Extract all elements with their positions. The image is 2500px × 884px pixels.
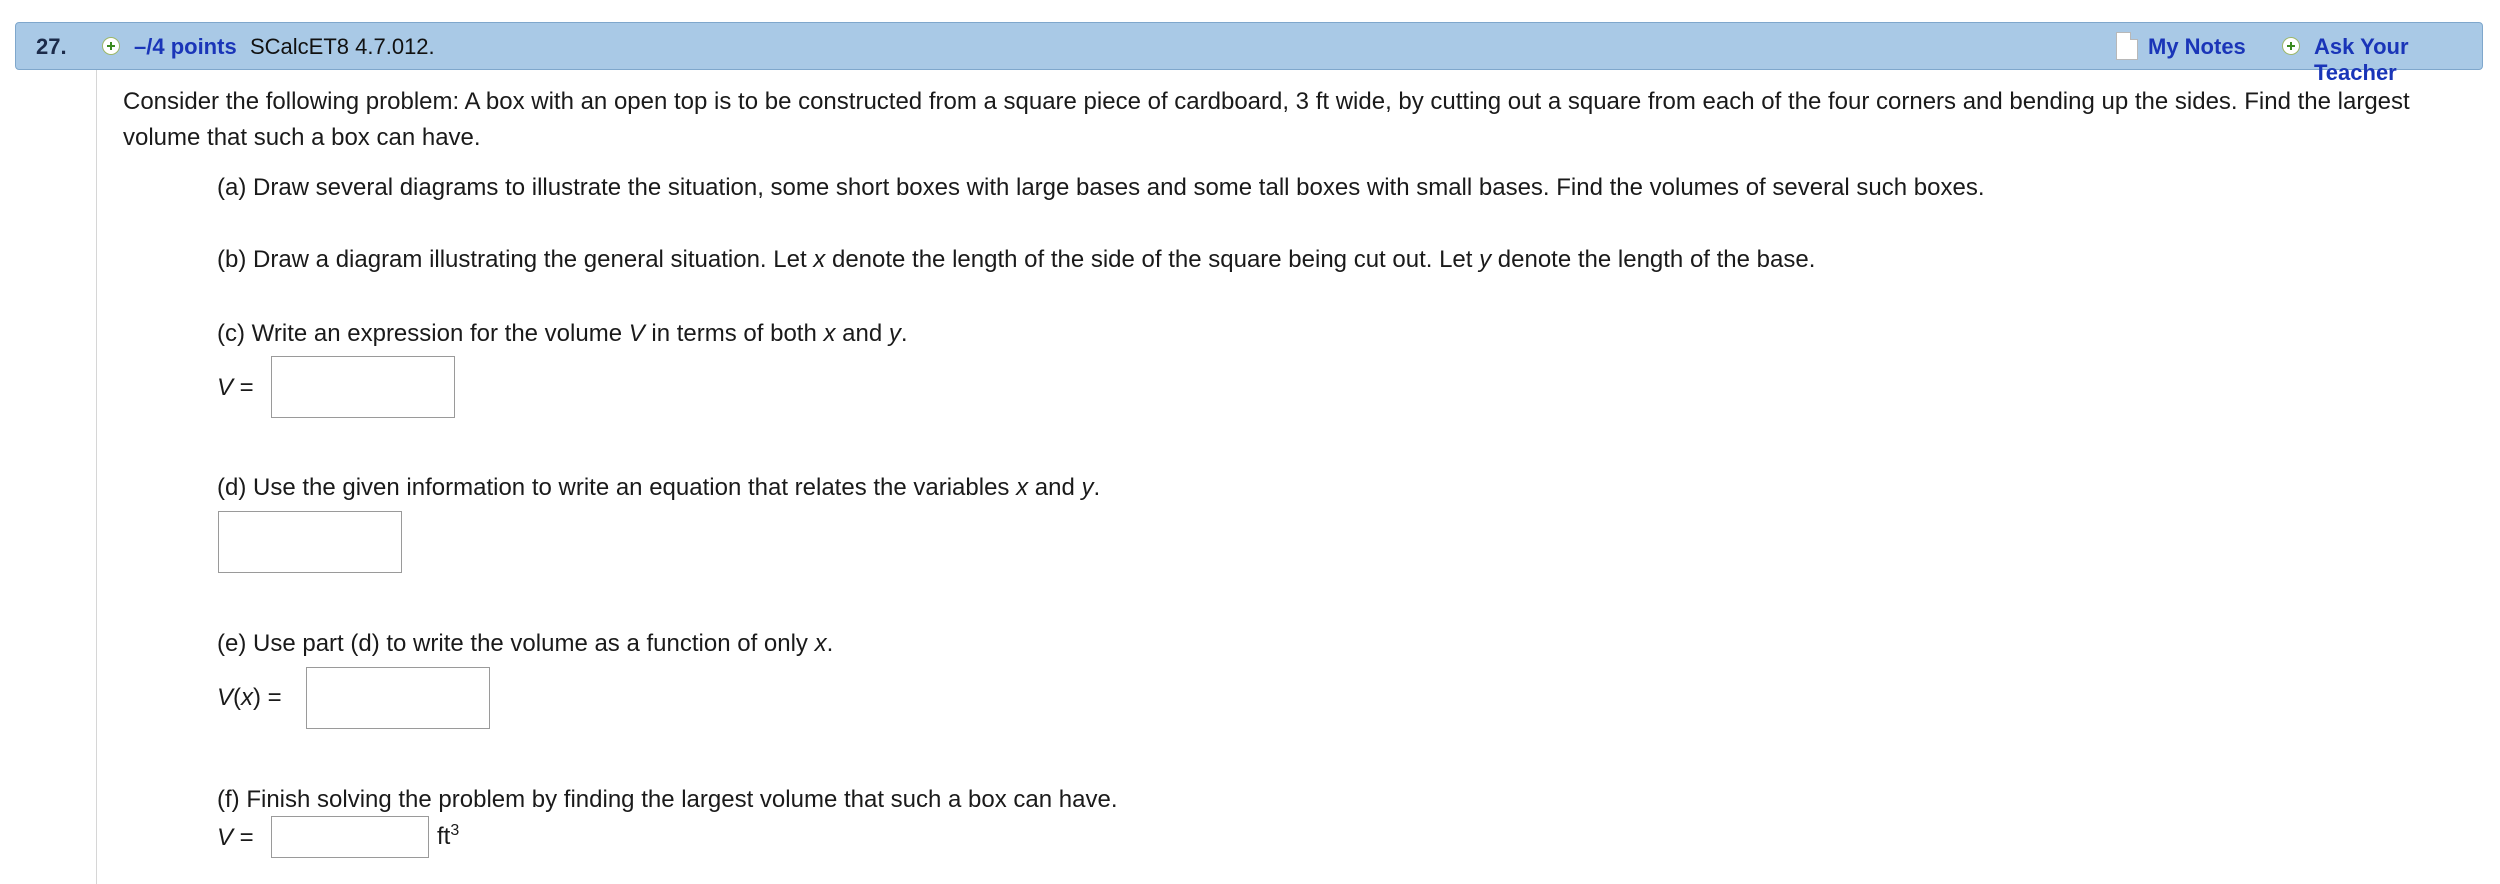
question-source: SCalcET8 4.7.012. bbox=[250, 34, 435, 59]
part-e-text: (e) Use part (d) to write the volume as … bbox=[217, 630, 834, 657]
part-b-text: (b) Draw a diagram illustrating the gene… bbox=[217, 246, 1816, 273]
points-link[interactable]: –/4 points bbox=[134, 34, 237, 60]
part-f-label: V = bbox=[217, 824, 254, 851]
part-a-text: (a) Draw several diagrams to illustrate … bbox=[217, 174, 1985, 201]
plus-circle-icon[interactable] bbox=[2282, 37, 2300, 55]
my-notes-link[interactable]: My Notes bbox=[2148, 34, 2246, 60]
part-d-text: (d) Use the given information to write a… bbox=[217, 474, 1101, 501]
question-header: 27. –/4 points SCalcET8 4.7.012. My Note… bbox=[15, 22, 2483, 85]
part-f-text: (f) Finish solving the problem by findin… bbox=[217, 786, 1118, 813]
question-body: Consider the following problem: A box wi… bbox=[96, 70, 2500, 884]
question-number: 27. bbox=[36, 34, 67, 59]
part-c-text: (c) Write an expression for the volume V… bbox=[217, 320, 908, 347]
part-e-answer-input[interactable] bbox=[306, 667, 490, 729]
part-e-label: V(x) = bbox=[217, 684, 282, 711]
part-c-answer-input[interactable] bbox=[271, 356, 455, 418]
part-c-label: V = bbox=[217, 374, 254, 401]
part-f-answer-input[interactable] bbox=[271, 816, 429, 858]
note-page-icon[interactable] bbox=[2116, 32, 2138, 60]
question-page: 27. –/4 points SCalcET8 4.7.012. My Note… bbox=[0, 0, 2500, 884]
part-d-answer-input[interactable] bbox=[218, 511, 402, 573]
problem-intro: Consider the following problem: A box wi… bbox=[123, 88, 2410, 151]
part-f-unit: ft3 bbox=[437, 822, 460, 850]
plus-circle-icon[interactable] bbox=[102, 37, 120, 55]
